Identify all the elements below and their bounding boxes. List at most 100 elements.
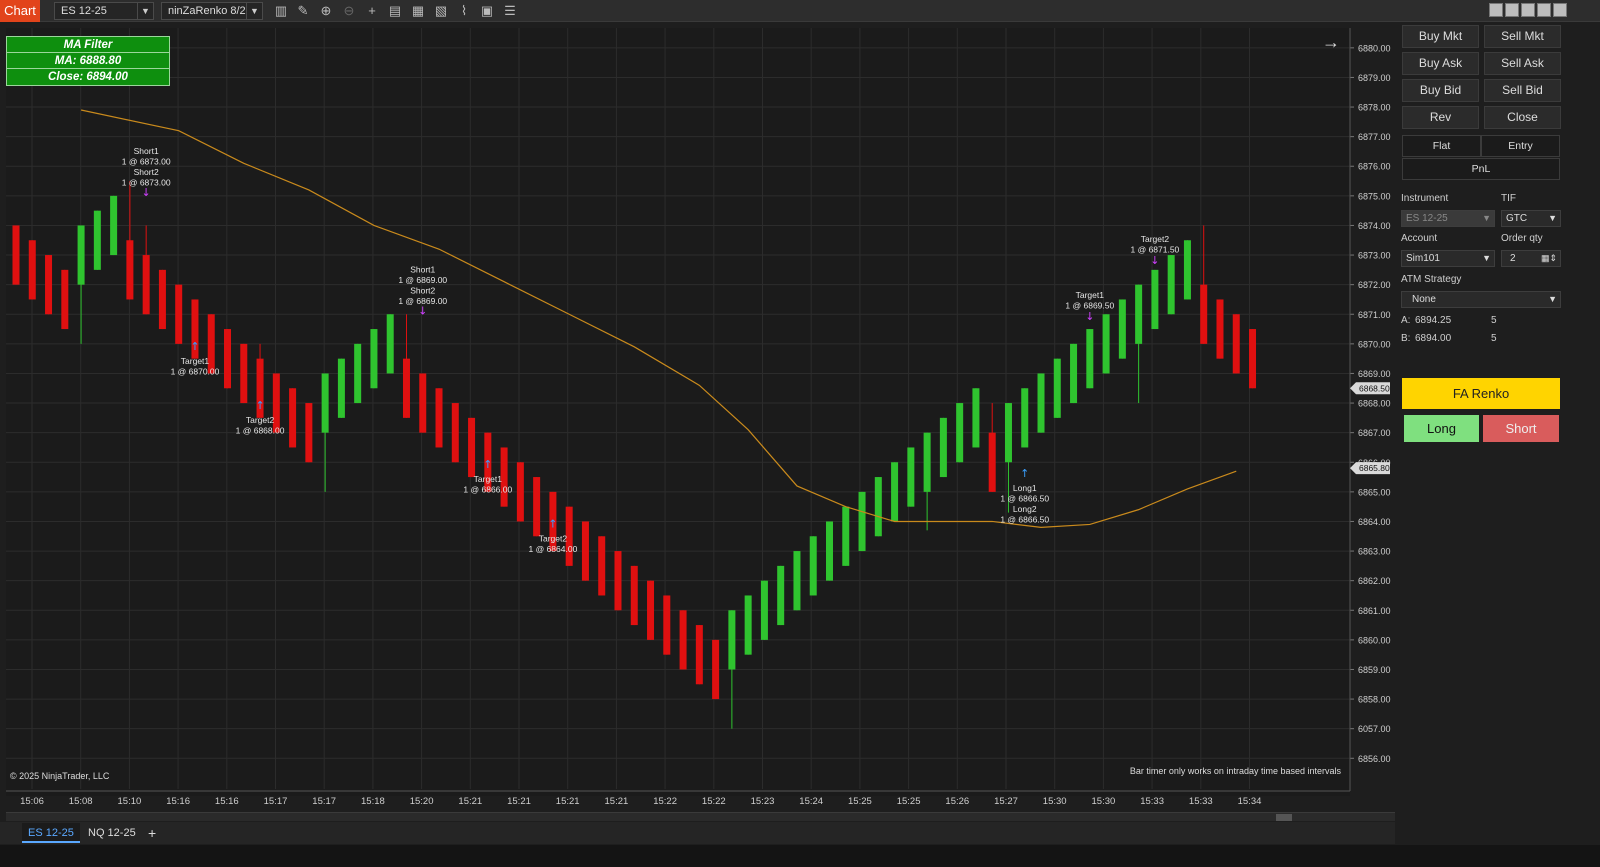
renko-bar (1232, 314, 1240, 374)
templates-icon[interactable]: ▦ (409, 2, 427, 20)
renko-bar (842, 506, 850, 566)
renko-bar (289, 388, 297, 448)
price-marker-label: 6868.50 (1359, 383, 1390, 393)
y-tick-label: 6877.00 (1358, 132, 1391, 142)
zoom-in-icon[interactable]: ⊕ (317, 2, 335, 20)
y-tick-label: 6865.00 (1358, 487, 1391, 497)
bar-type-selector[interactable]: ninZaRenko 8/2 ▼ (161, 2, 263, 20)
renko-bar (1021, 388, 1029, 448)
renko-bar (760, 580, 768, 640)
renko-bar (695, 625, 703, 685)
order-qty-label: Order qty (1501, 233, 1543, 244)
close-icon[interactable] (1553, 3, 1567, 17)
order-qty-field[interactable]: 2 ▦⇕ (1501, 250, 1561, 267)
x-tick-label: 15:21 (458, 796, 482, 807)
instrument-selector-value: ES 12-25 (61, 5, 107, 17)
tab-nq[interactable]: NQ 12-25 (82, 823, 142, 843)
x-tick-label: 15:30 (1043, 796, 1067, 807)
ask-label: A: (1401, 315, 1411, 326)
instrument-field[interactable]: ES 12-25 ▼ (1401, 210, 1495, 227)
renko-bar (337, 358, 345, 418)
y-tick-label: 6870.00 (1358, 339, 1391, 349)
renko-bar (1151, 269, 1159, 330)
x-tick-label: 15:27 (994, 796, 1018, 807)
renko-bar (858, 491, 866, 552)
tif-select[interactable]: GTC ▼ (1501, 210, 1561, 227)
x-tick-label: 15:23 (751, 796, 775, 807)
renko-bar (468, 417, 476, 478)
signal-label: Target1 (1076, 290, 1105, 300)
signal-label: 1 @ 6864.00 (529, 544, 578, 554)
data-series-icon[interactable]: ▤ (386, 2, 404, 20)
properties-icon[interactable]: ▣ (478, 2, 496, 20)
renko-bar (126, 240, 134, 300)
chevron-down-icon: ▼ (1482, 253, 1491, 263)
window-tile2-icon[interactable] (1505, 3, 1519, 17)
draw-tool-icon[interactable]: ✎ (294, 2, 312, 20)
y-tick-label: 6879.00 (1358, 73, 1391, 83)
signal-label: Target1 (181, 356, 210, 366)
add-tab-button[interactable]: + (142, 823, 162, 843)
y-tick-label: 6860.00 (1358, 635, 1391, 645)
x-tick-label: 15:08 (69, 796, 93, 807)
tab-es[interactable]: ES 12-25 (22, 823, 80, 843)
renko-bar (77, 225, 85, 285)
chart-tab[interactable]: Chart (0, 0, 40, 22)
reverse-button[interactable]: Rev (1402, 106, 1479, 129)
quantity-stepper-icon[interactable]: ▦⇕ (1541, 251, 1557, 266)
renko-bar (598, 536, 606, 596)
renko-bar (1037, 373, 1045, 433)
short-button[interactable]: Short (1483, 415, 1559, 442)
object-tree-icon[interactable]: ☰ (501, 2, 519, 20)
indicators-icon[interactable]: ▧ (432, 2, 450, 20)
renko-bar (956, 403, 964, 463)
minimize-icon[interactable] (1521, 3, 1535, 17)
account-select[interactable]: Sim101 ▼ (1401, 250, 1495, 267)
x-tick-label: 15:34 (1238, 796, 1262, 807)
sell-ask-button[interactable]: Sell Ask (1484, 52, 1561, 75)
chevron-down-icon: ▼ (1482, 213, 1491, 223)
strategies-icon[interactable]: ⌇ (455, 2, 473, 20)
y-tick-label: 6873.00 (1358, 251, 1391, 261)
chart-area[interactable]: 6880.00 6879.00 6878.00 6877.00 6876.00 6875.… (0, 22, 1395, 828)
y-tick-label: 6858.00 (1358, 695, 1391, 705)
buy-ask-button[interactable]: Buy Ask (1402, 52, 1479, 75)
x-tick-label: 15:22 (653, 796, 677, 807)
arrow-right-icon[interactable]: → (1322, 32, 1340, 53)
buy-bid-button[interactable]: Buy Bid (1402, 79, 1479, 102)
long-button[interactable]: Long (1404, 415, 1479, 442)
instrument-field-value: ES 12-25 (1406, 213, 1448, 224)
zoom-out-icon[interactable]: ⊖ (340, 2, 358, 20)
x-tick-label: 15:25 (897, 796, 921, 807)
renko-bar (533, 477, 541, 537)
chart-plot[interactable]: 6880.00 6879.00 6878.00 6877.00 6876.00 6875.… (6, 28, 1395, 828)
fa-renko-button[interactable]: FA Renko (1402, 378, 1560, 409)
atm-strategy-select[interactable]: None ▼ (1401, 291, 1561, 308)
maximize-icon[interactable] (1537, 3, 1551, 17)
renko-bar (516, 462, 524, 522)
renko-bar (354, 343, 362, 404)
close-position-button[interactable]: Close (1484, 106, 1561, 129)
price-marker-label: 6865.80 (1359, 463, 1390, 473)
bar-style-icon[interactable]: ▥ (272, 2, 290, 20)
x-tick-label: 15:16 (215, 796, 239, 807)
signal-arrow-icon: ↑ (483, 458, 492, 471)
crosshair-icon[interactable]: + (363, 2, 381, 20)
renko-bar (45, 255, 53, 315)
signal-label: 1 @ 6866.00 (463, 485, 512, 495)
window-tile-icon[interactable] (1489, 3, 1503, 17)
pnl-display: PnL (1402, 158, 1560, 180)
horizontal-scrollbar[interactable] (6, 812, 1395, 821)
y-tick-label: 6863.00 (1358, 547, 1391, 557)
renko-bar (647, 580, 655, 640)
sell-mkt-button[interactable]: Sell Mkt (1484, 25, 1561, 48)
signal-label: 1 @ 6869.00 (398, 296, 447, 306)
atm-strategy-label: ATM Strategy (1401, 274, 1462, 285)
sell-bid-button[interactable]: Sell Bid (1484, 79, 1561, 102)
x-tick-label: 15:26 (945, 796, 969, 807)
buy-mkt-button[interactable]: Buy Mkt (1402, 25, 1479, 48)
scrollbar-thumb[interactable] (1276, 814, 1292, 821)
atm-strategy-value: None (1412, 294, 1436, 305)
instrument-selector[interactable]: ES 12-25 ▼ (54, 2, 154, 20)
bar-timer-text: Bar timer only works on intraday time ba… (1129, 766, 1341, 776)
